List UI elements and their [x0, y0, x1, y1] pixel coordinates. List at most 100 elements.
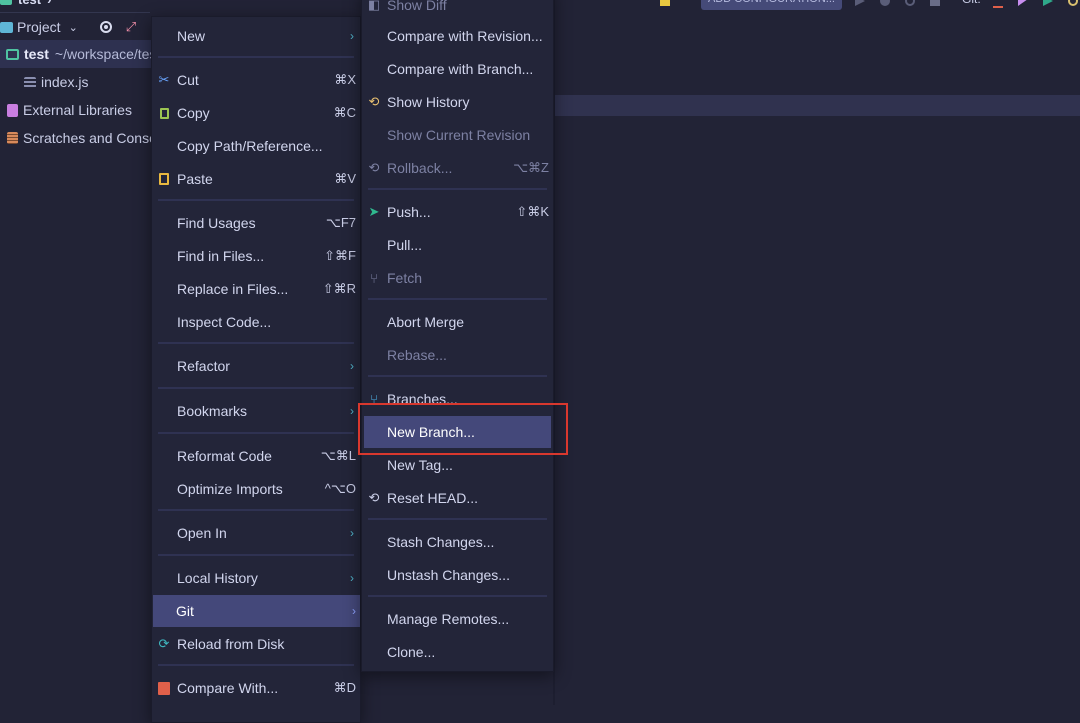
menu-item-label: Inspect Code... [177, 314, 272, 330]
menu-item-label: Fetch [387, 270, 423, 286]
menu-item-rebase[interactable]: Rebase... [364, 339, 551, 371]
menu-item-compare-with[interactable]: Compare With... ⌘D [154, 672, 358, 704]
tree-item-test[interactable]: test ~/workspace/test [0, 40, 152, 68]
shortcut: ⌘D [333, 680, 356, 695]
menu-item-label: Reset HEAD... [387, 490, 479, 506]
menu-item-paste[interactable]: Paste ⌘V [154, 163, 358, 195]
stop-icon[interactable] [930, 0, 940, 6]
shortcut: ⌥⌘L [320, 448, 356, 463]
js-file-icon [24, 76, 36, 88]
scratches-icon [7, 132, 18, 144]
menu-separator [368, 298, 547, 300]
add-configuration-button[interactable]: ADD CONFIGURATION... [701, 0, 842, 10]
git-label: Git: [962, 0, 981, 6]
tree-item-external-libraries[interactable]: External Libraries [0, 96, 152, 124]
menu-separator [158, 664, 354, 666]
menu-item-label: New [177, 28, 206, 44]
menu-separator [368, 188, 547, 190]
debug-icon[interactable] [880, 0, 890, 6]
tree-item-label: test [24, 46, 49, 62]
menu-item-abort-merge[interactable]: Abort Merge [364, 306, 551, 338]
menu-item-new[interactable]: New › [154, 20, 358, 52]
menu-item-pull[interactable]: Pull... [364, 229, 551, 261]
menu-item-open-in[interactable]: Open In › [154, 517, 358, 549]
menu-separator [158, 342, 354, 344]
chevron-right-icon: › [350, 404, 354, 418]
history-toolbar-icon[interactable] [1068, 0, 1078, 6]
menu-item-optimize-imports[interactable]: Optimize Imports ^⌥O [154, 473, 358, 505]
menu-item-show-current-revision[interactable]: Show Current Revision [364, 119, 551, 151]
coverage-icon[interactable] [905, 0, 915, 6]
menu-item-inspect-code[interactable]: Inspect Code... [154, 306, 358, 338]
menu-item-reformat-code[interactable]: Reformat Code ⌥⌘L [154, 440, 358, 472]
shortcut: ⌥F7 [325, 215, 356, 230]
menu-item-label: Replace in Files... [177, 281, 289, 297]
menu-item-fetch[interactable]: ⑂ Fetch [364, 262, 551, 294]
menu-item-label: Find in Files... [177, 248, 265, 264]
menu-item-manage-remotes[interactable]: Manage Remotes... [364, 603, 551, 635]
menu-item-label: Show History [387, 94, 470, 110]
menu-item-git[interactable]: Git › [153, 595, 360, 627]
menu-item-clone[interactable]: Clone... [364, 636, 551, 668]
menu-item-reset-head[interactable]: ⟲ Reset HEAD... [364, 482, 551, 514]
menu-item-compare-with-revision[interactable]: Compare with Revision... [364, 20, 551, 52]
chevron-right-icon: › [350, 526, 354, 540]
commit-icon[interactable] [1018, 0, 1028, 6]
shortcut: ⌥⌘Z [513, 160, 549, 175]
chevron-down-icon[interactable]: ⌄ [69, 21, 78, 34]
menu-item-show-diff[interactable]: ◧ Show Diff [364, 0, 551, 21]
tree-item-label: index.js [41, 74, 89, 90]
shortcut: ^⌥O [324, 481, 356, 496]
tree-item-label: External Libraries [23, 102, 132, 118]
menu-item-compare-with-branch[interactable]: Compare with Branch... [364, 53, 551, 85]
menu-item-unstash-changes[interactable]: Unstash Changes... [364, 559, 551, 591]
menu-item-label: Unstash Changes... [387, 567, 510, 583]
breadcrumb[interactable]: test › [0, 0, 51, 7]
menu-item-label: Pull... [387, 237, 423, 253]
tree-item-index-js[interactable]: index.js [0, 68, 152, 96]
menu-item-find-usages[interactable]: Find Usages ⌥F7 [154, 207, 358, 239]
menu-item-copy-path[interactable]: Copy Path/Reference... [154, 130, 358, 162]
chevron-right-icon: › [350, 359, 354, 373]
expand-icon[interactable]: ⤢ [126, 19, 136, 35]
menu-item-cut[interactable]: ✂ Cut ⌘X [154, 64, 358, 96]
menu-item-show-history[interactable]: ⟲ Show History [364, 86, 551, 118]
compare-icon [157, 681, 171, 695]
tree-item-path: ~/workspace/test [54, 46, 152, 62]
menu-item-rollback[interactable]: ⟲ Rollback... ⌥⌘Z [364, 152, 551, 184]
menu-item-label: Abort Merge [387, 314, 465, 330]
menu-item-find-in-files[interactable]: Find in Files... ⇧⌘F [154, 240, 358, 272]
menu-item-stash-changes[interactable]: Stash Changes... [364, 526, 551, 558]
menu-item-refactor[interactable]: Refactor › [154, 350, 358, 382]
history-icon: ⟲ [368, 94, 380, 109]
menu-item-label: Copy Path/Reference... [177, 138, 323, 154]
tree-item-scratches[interactable]: Scratches and Consoles [0, 124, 152, 152]
vcs-icon[interactable] [660, 0, 670, 6]
diff-icon: ◧ [367, 0, 381, 12]
menu-item-bookmarks[interactable]: Bookmarks › [154, 395, 358, 427]
menu-separator [368, 595, 547, 597]
menu-item-label: Show Diff [387, 0, 447, 13]
context-menu: New › ✂ Cut ⌘X Copy ⌘C Copy Path/Referen… [151, 16, 361, 723]
menu-item-reload-from-disk[interactable]: ⟳ Reload from Disk [154, 628, 358, 660]
menu-item-label: Optimize Imports [177, 481, 283, 497]
clipboard-icon [157, 172, 171, 186]
run-icon[interactable] [855, 0, 865, 6]
locate-file-icon[interactable] [99, 21, 112, 33]
project-view-selector[interactable]: Project [17, 19, 61, 35]
module-folder-icon [6, 48, 19, 60]
menu-separator [158, 199, 354, 201]
breadcrumb-separator: › [47, 0, 51, 7]
menu-item-replace-in-files[interactable]: Replace in Files... ⇧⌘R [154, 273, 358, 305]
scissors-icon: ✂ [158, 72, 170, 87]
push-toolbar-icon[interactable] [1043, 0, 1053, 6]
annotation-highlight-box [358, 403, 568, 455]
copy-icon [157, 106, 171, 120]
menu-item-local-history[interactable]: Local History › [154, 562, 358, 594]
menu-separator [158, 509, 354, 511]
menu-item-copy[interactable]: Copy ⌘C [154, 97, 358, 129]
breadcrumb-project: test [18, 0, 41, 7]
update-project-icon[interactable] [993, 6, 1003, 8]
shortcut: ⇧⌘R [322, 281, 356, 296]
menu-item-push[interactable]: ➤ Push... ⇧⌘K [364, 196, 551, 228]
